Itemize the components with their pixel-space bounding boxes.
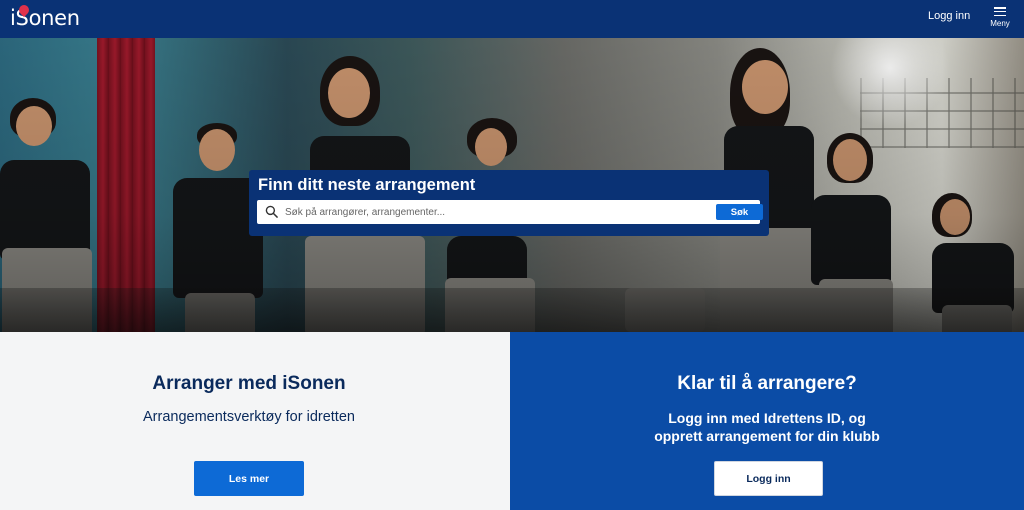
ready-to-arrange-section: Klar til å arrangere? Logg inn med Idret… bbox=[510, 332, 1024, 510]
read-more-button[interactable]: Les mer bbox=[194, 461, 304, 496]
right-heading: Klar til å arrangere? bbox=[677, 373, 857, 394]
search-box: Søk bbox=[257, 200, 763, 224]
left-heading: Arranger med iSonen bbox=[152, 373, 346, 394]
isonen-logo[interactable]: i Sonen bbox=[10, 2, 80, 30]
left-subheading: Arrangementsverktøy for idretten bbox=[143, 409, 355, 425]
search-panel: Finn ditt neste arrangement Søk bbox=[249, 170, 769, 236]
top-header: i Sonen Logg inn Meny bbox=[0, 0, 1024, 38]
right-subheading: Logg inn med Idrettens ID, og opprett ar… bbox=[510, 409, 1024, 445]
arrange-with-isonen-section: Arranger med iSonen Arrangementsverktøy … bbox=[0, 332, 510, 510]
search-input[interactable] bbox=[285, 202, 705, 222]
header-login-link[interactable]: Logg inn bbox=[928, 10, 970, 22]
right-subheading-line1: Logg inn med Idrettens ID, og bbox=[668, 410, 866, 426]
location-pin-icon bbox=[16, 2, 31, 18]
search-button[interactable]: Søk bbox=[716, 204, 763, 220]
search-icon bbox=[265, 205, 278, 218]
menu-button[interactable]: Meny bbox=[989, 6, 1011, 32]
search-title: Finn ditt neste arrangement bbox=[258, 176, 476, 194]
logo-s-with-pin: S bbox=[16, 2, 31, 30]
login-button[interactable]: Logg inn bbox=[714, 461, 823, 496]
hamburger-icon bbox=[994, 7, 1006, 16]
menu-label: Meny bbox=[990, 19, 1010, 28]
right-subheading-line2: opprett arrangement for din klubb bbox=[654, 428, 880, 444]
logo-rest: onen bbox=[28, 6, 80, 30]
